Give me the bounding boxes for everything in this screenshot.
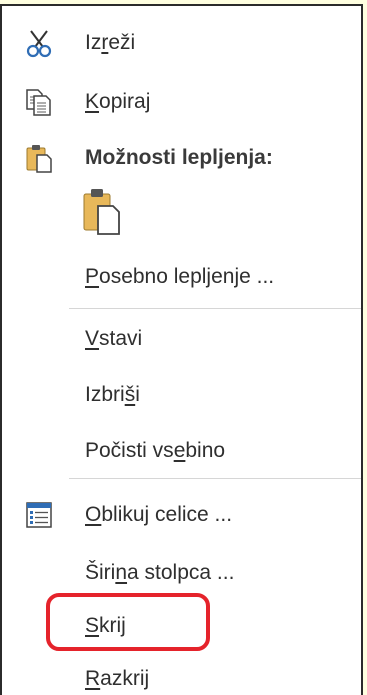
context-menu: Izreži Kopiraj Možnosti lepljenja: Poseb… bbox=[0, 4, 363, 695]
scissors-icon bbox=[24, 28, 54, 58]
copy-icon bbox=[24, 87, 54, 117]
menu-item-clear-contents-label: Počisti vsebino bbox=[85, 439, 226, 462]
menu-item-cut[interactable]: Izreži bbox=[2, 21, 361, 65]
menu-item-unhide-label: Razkrij bbox=[85, 667, 150, 690]
menu-item-format-cells-label: Oblikuj celice ... bbox=[85, 503, 233, 526]
menu-item-insert[interactable]: Vstavi bbox=[2, 317, 361, 361]
paste-options-header: Možnosti lepljenja: bbox=[2, 136, 361, 180]
menu-item-column-width[interactable]: Širina stolpca ... bbox=[2, 551, 361, 595]
menu-item-delete-label: Izbriši bbox=[85, 383, 140, 406]
highlight-box bbox=[46, 593, 210, 651]
menu-item-unhide[interactable]: Razkrij bbox=[2, 657, 361, 695]
menu-item-column-width-label: Širina stolpca ... bbox=[85, 561, 235, 584]
paste-default-button[interactable] bbox=[82, 188, 122, 236]
menu-item-insert-label: Vstavi bbox=[85, 327, 143, 350]
format-cells-icon bbox=[24, 500, 54, 530]
menu-item-paste-special-label: Posebno lepljenje ... bbox=[85, 265, 275, 288]
menu-item-paste-special[interactable]: Posebno lepljenje ... bbox=[2, 255, 361, 299]
clipboard-icon bbox=[24, 143, 54, 173]
separator bbox=[69, 308, 361, 309]
menu-item-copy-label: Kopiraj bbox=[85, 90, 151, 113]
menu-item-copy[interactable]: Kopiraj bbox=[2, 80, 361, 124]
menu-item-format-cells[interactable]: Oblikuj celice ... bbox=[2, 493, 361, 537]
menu-item-clear-contents[interactable]: Počisti vsebino bbox=[2, 429, 361, 473]
menu-item-cut-label: Izreži bbox=[85, 31, 136, 54]
paste-options-label: Možnosti lepljenja: bbox=[85, 146, 273, 169]
paste-icon bbox=[82, 189, 122, 240]
separator bbox=[69, 478, 361, 479]
menu-item-delete[interactable]: Izbriši bbox=[2, 373, 361, 417]
